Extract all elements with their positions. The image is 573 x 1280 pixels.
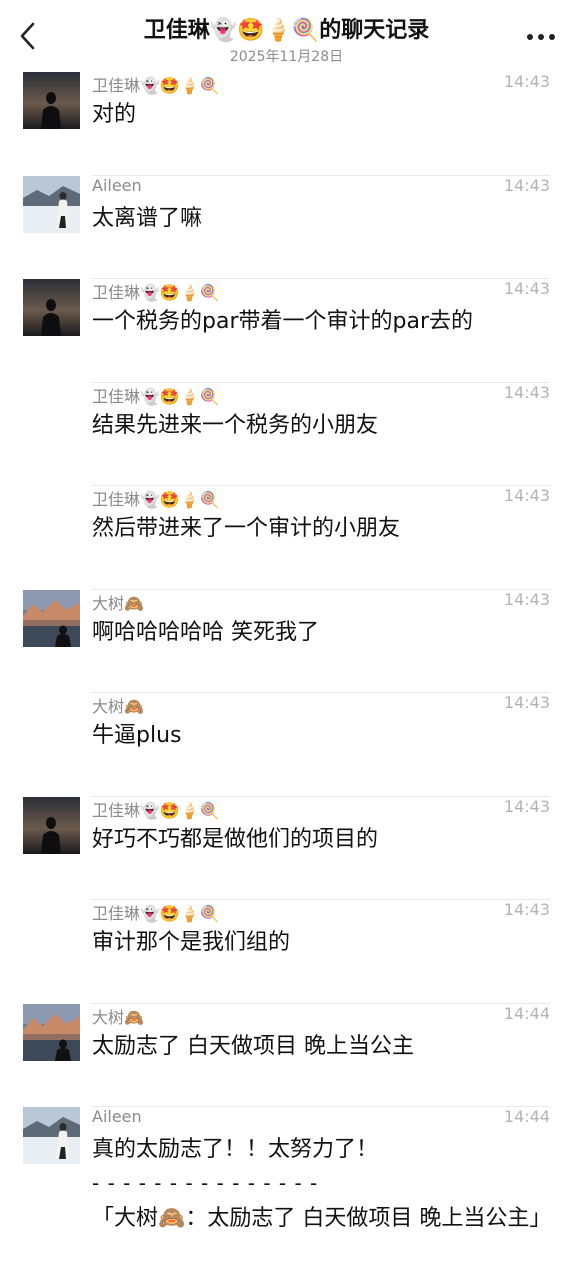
message-time: 14:44 (503, 1003, 550, 1023)
sender-name: 卫佳琳👻🤩🍦🍭 (92, 904, 220, 923)
message-text: 真的太励志了！！太努力了！ (92, 1137, 379, 1162)
message-text: 牛逼plus (92, 723, 182, 748)
avatar[interactable] (23, 72, 80, 129)
back-button[interactable] (10, 14, 46, 58)
header: 卫佳琳👻🤩🍦🍭的聊天记录 2025年11月28日 (0, 0, 573, 72)
avatar[interactable] (23, 589, 80, 647)
message-time: 14:43 (503, 382, 550, 402)
quote-separator: - - - - - - - - - - - - - - - (92, 1171, 319, 1195)
sender-name: 卫佳琳👻🤩🍦🍭 (92, 76, 220, 95)
message-text: 然后带进来了一个审计的小朋友 (92, 516, 401, 541)
message-item[interactable]: 大树🙈 14:43 啊哈哈哈哈哈 笑死我了 (0, 589, 573, 693)
avatar[interactable] (23, 1003, 80, 1061)
avatar[interactable] (23, 175, 80, 233)
message-time: 14:43 (503, 693, 550, 712)
message-text: 太励志了 白天做项目 晚上当公主 (92, 1033, 414, 1059)
message-text: 一个税务的par带着一个审计的par去的 (92, 309, 473, 334)
message-item[interactable]: 卫佳琳👻🤩🍦🍭 14:43 结果先进来一个税务的小朋友 (0, 382, 573, 486)
message-text: 太离谱了嘛 (92, 205, 203, 231)
message-item[interactable]: Aileen 14:44 真的太励志了！！太努力了！ - - - - - - -… (0, 1107, 573, 1280)
message-text: 结果先进来一个税务的小朋友 (92, 412, 379, 438)
message-item[interactable]: 卫佳琳👻🤩🍦🍭 14:43 然后带进来了一个审计的小朋友 (0, 486, 573, 590)
message-text: 审计那个是我们组的 (92, 930, 291, 955)
sender-name: 大树🙈 (92, 1007, 144, 1027)
avatar[interactable] (23, 796, 80, 854)
more-button[interactable] (521, 22, 561, 52)
avatar[interactable] (23, 279, 80, 336)
message-item[interactable]: 大树🙈 14:43 牛逼plus (0, 693, 573, 797)
message-time: 14:43 (503, 72, 550, 91)
sender-name: 大树🙈 (92, 593, 144, 613)
sender-name: 大树🙈 (92, 697, 144, 716)
message-time: 14:43 (503, 589, 550, 609)
chat-date: 2025年11月28日 (229, 49, 344, 65)
page-title: 卫佳琳👻🤩🍦🍭的聊天记录 (143, 18, 430, 43)
message-item[interactable]: Aileen 14:43 太离谱了嘛 (0, 175, 573, 279)
message-time: 14:43 (503, 486, 550, 505)
message-time: 14:43 (503, 796, 550, 816)
sender-name: 卫佳琳👻🤩🍦🍭 (92, 283, 220, 302)
message-time: 14:43 (503, 279, 550, 298)
chevron-left-icon (20, 22, 35, 50)
message-item[interactable]: 卫佳琳👻🤩🍦🍭 14:43 对的 (0, 72, 573, 176)
message-item[interactable]: 卫佳琳👻🤩🍦🍭 14:43 一个税务的par带着一个审计的par去的 (0, 279, 573, 383)
message-text: 啊哈哈哈哈哈 笑死我了 (92, 619, 319, 645)
sender-name: 卫佳琳👻🤩🍦🍭 (92, 800, 220, 820)
sender-name: Aileen (92, 1107, 142, 1126)
message-time: 14:43 (503, 175, 550, 195)
sender-name: 卫佳琳👻🤩🍦🍭 (92, 386, 220, 406)
message-text: 对的 (92, 102, 137, 127)
sender-name: Aileen (92, 175, 142, 195)
message-time: 14:43 (503, 900, 550, 919)
sender-name: 卫佳琳👻🤩🍦🍭 (92, 490, 220, 509)
message-item[interactable]: 大树🙈 14:44 太励志了 白天做项目 晚上当公主 (0, 1003, 573, 1107)
message-time: 14:44 (503, 1107, 550, 1126)
avatar[interactable] (23, 1107, 80, 1164)
quoted-message: 「大树🙈：太励志了 白天做项目 晚上当公主」 (92, 1206, 552, 1231)
message-item[interactable]: 卫佳琳👻🤩🍦🍭 14:43 好巧不巧都是做他们的项目的 (0, 796, 573, 900)
more-horizontal-icon (527, 34, 555, 40)
message-text: 好巧不巧都是做他们的项目的 (92, 826, 379, 852)
chat-history-page: 卫佳琳👻🤩🍦🍭的聊天记录 2025年11月28日 卫佳琳👻🤩🍦🍭 14:43 对… (0, 0, 573, 1280)
message-item[interactable]: 卫佳琳👻🤩🍦🍭 14:43 审计那个是我们组的 (0, 900, 573, 1004)
message-list: 卫佳琳👻🤩🍦🍭 14:43 对的 Aileen 14:43 太离谱了嘛 卫佳琳👻… (0, 72, 573, 1280)
